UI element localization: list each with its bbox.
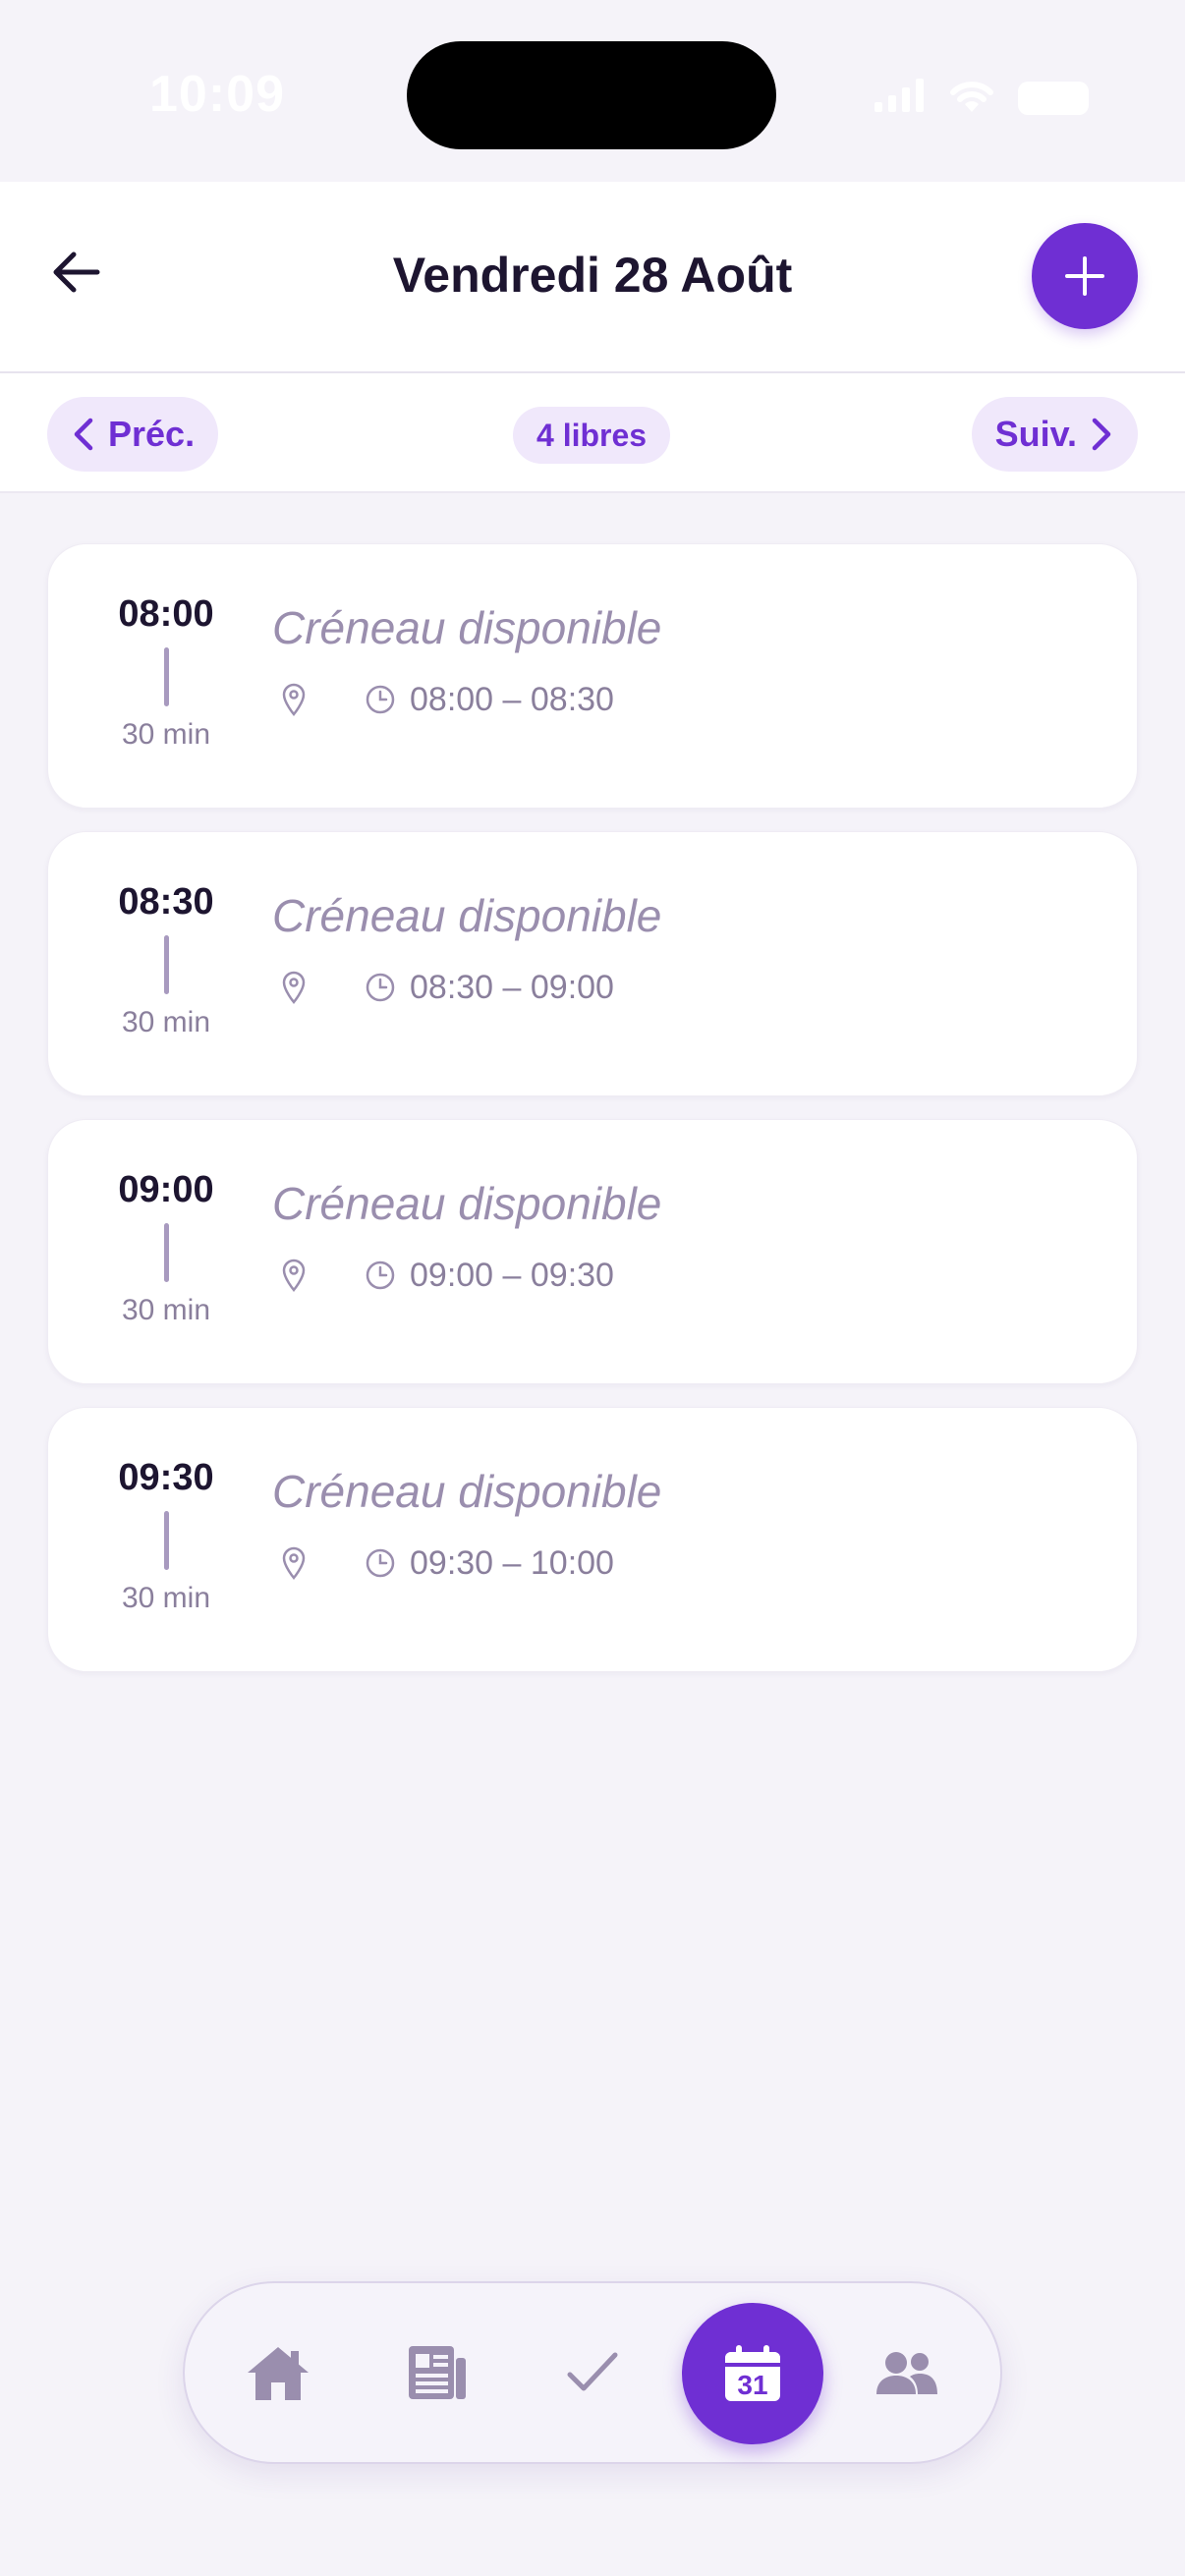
calendar-day-number: 31 [737, 2370, 767, 2400]
check-icon [567, 2352, 618, 2391]
tab-calendar[interactable]: 31 [682, 2303, 823, 2444]
location-pin-icon [274, 1256, 313, 1295]
location-pin-icon [274, 680, 313, 719]
users-icon [876, 2352, 937, 2394]
status-bar: 10:09 [0, 0, 1185, 182]
status-icons [875, 77, 1089, 119]
slot-start-time: 08:00 [118, 593, 214, 635]
chevron-left-icon [74, 418, 93, 451]
tab-home[interactable] [234, 2328, 322, 2417]
add-button[interactable] [1032, 223, 1138, 329]
slot-meta: 09:00 – 09:30 [274, 1256, 614, 1295]
tab-news[interactable] [393, 2328, 481, 2417]
slot-start-time: 09:00 [118, 1169, 214, 1210]
tab-users[interactable] [863, 2328, 951, 2417]
slot-title: Créneau disponible [272, 602, 662, 653]
home-icon [248, 2347, 309, 2400]
clock-icon [361, 1256, 400, 1295]
slot-duration: 30 min [121, 1582, 211, 1614]
day-navigation: Préc. 4 libres Suiv. [0, 373, 1185, 493]
slot-title: Créneau disponible [272, 1466, 662, 1517]
slot-list: 08:00 30 min Créneau disponible 08:00 – … [47, 543, 1138, 1695]
slot-time-divider [163, 1511, 169, 1570]
slot-title: Créneau disponible [272, 890, 662, 941]
prev-day-label: Préc. [108, 414, 196, 454]
slot-duration: 30 min [121, 1006, 211, 1038]
slot-card[interactable]: 09:30 30 min Créneau disponible 09:30 – … [47, 1407, 1138, 1672]
tab-bar: 31 [183, 2281, 1002, 2464]
slot-time-divider [163, 935, 169, 994]
slot-meta: 08:30 – 09:00 [274, 968, 614, 1007]
header: Vendredi 28 Août [0, 182, 1185, 373]
slot-time-range: 09:00 – 09:30 [410, 1256, 614, 1294]
prev-day-button[interactable]: Préc. [47, 397, 219, 472]
slot-duration: 30 min [121, 1294, 211, 1326]
slot-time-divider [163, 647, 169, 706]
wifi-icon [947, 77, 996, 119]
slot-card[interactable]: 08:00 30 min Créneau disponible 08:00 – … [47, 543, 1138, 809]
tab-tasks[interactable] [548, 2328, 637, 2417]
chevron-right-icon [1092, 418, 1111, 451]
battery-icon [1018, 81, 1089, 115]
location-pin-icon [274, 968, 313, 1007]
slot-duration: 30 min [121, 718, 211, 751]
slot-meta: 09:30 – 10:00 [274, 1543, 614, 1583]
slot-time-column: 08:00 30 min [48, 593, 284, 752]
signal-icon [875, 79, 926, 117]
slot-time-column: 08:30 30 min [48, 881, 284, 1039]
clock-icon [361, 1543, 400, 1583]
slot-meta: 08:00 – 08:30 [274, 680, 614, 719]
clock-icon [361, 968, 400, 1007]
page-title: Vendredi 28 Août [392, 248, 793, 303]
slot-title: Créneau disponible [272, 1178, 662, 1229]
slot-time-range: 08:30 – 09:00 [410, 968, 614, 1006]
slot-card[interactable]: 08:30 30 min Créneau disponible 08:30 – … [47, 831, 1138, 1096]
status-time: 10:09 [149, 66, 285, 123]
slot-start-time: 08:30 [118, 881, 214, 923]
slot-time-column: 09:30 30 min [48, 1457, 284, 1615]
newspaper-icon [409, 2346, 466, 2399]
slot-time-range: 09:30 – 10:00 [410, 1543, 614, 1582]
next-day-button[interactable]: Suiv. [971, 397, 1138, 472]
next-day-label: Suiv. [994, 414, 1077, 454]
plus-icon [1065, 256, 1104, 296]
location-pin-icon [274, 1543, 313, 1583]
clock-icon [361, 680, 400, 719]
slot-time-range: 08:00 – 08:30 [410, 680, 614, 718]
free-slots-badge: 4 libres [513, 407, 671, 464]
slot-start-time: 09:30 [118, 1457, 214, 1498]
slot-card[interactable]: 09:00 30 min Créneau disponible 09:00 – … [47, 1119, 1138, 1384]
dynamic-island [407, 41, 776, 149]
calendar-icon: 31 [725, 2345, 780, 2401]
slot-time-column: 09:00 30 min [48, 1169, 284, 1327]
slot-time-divider [163, 1223, 169, 1282]
